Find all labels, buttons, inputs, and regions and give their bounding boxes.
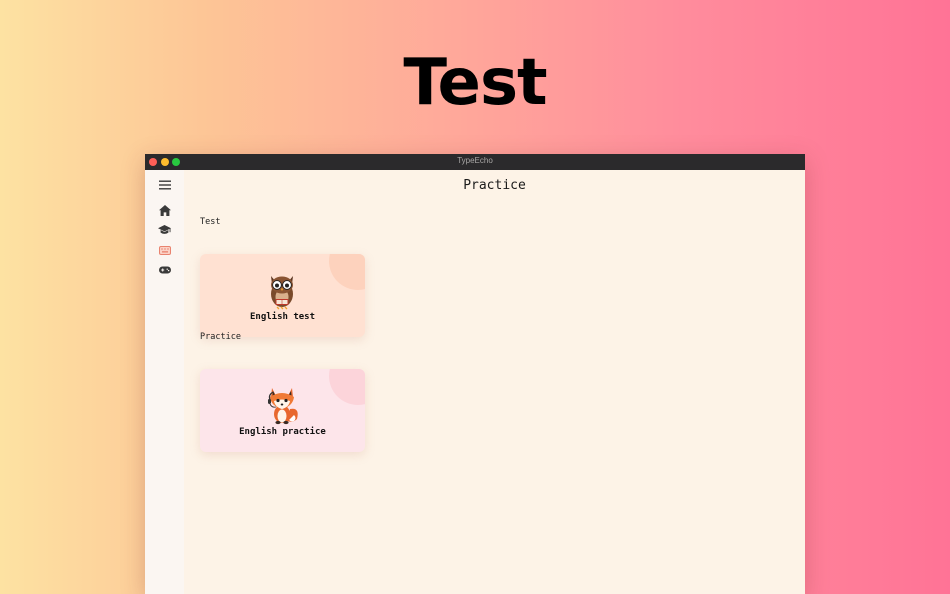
card-decoration — [329, 254, 365, 290]
graduation-cap-icon — [158, 225, 171, 234]
sidebar-item-home[interactable] — [155, 202, 174, 218]
sidebar-menu-button[interactable] — [155, 177, 174, 193]
main-content: Practice Test English test Practice Engl… — [184, 170, 805, 594]
sidebar-item-learn[interactable] — [155, 222, 174, 238]
gamepad-icon — [158, 266, 171, 274]
english-practice-card[interactable]: English practice — [200, 369, 365, 452]
page-title: Practice — [463, 178, 526, 193]
fox-icon — [268, 388, 298, 425]
card-decoration — [329, 369, 365, 405]
keyboard-icon — [158, 245, 171, 255]
sidebar-item-games[interactable] — [155, 262, 174, 278]
hero-title: Test — [403, 46, 547, 120]
english-test-card[interactable]: English test — [200, 254, 365, 337]
title-bar: TypeEcho — [145, 154, 805, 170]
app-window: TypeEcho Practice Test English test Prac… — [145, 154, 805, 594]
sidebar-item-typing[interactable] — [155, 242, 174, 258]
home-icon — [158, 204, 171, 216]
english-test-card-label: English test — [249, 312, 316, 322]
section-label-practice: Practice — [200, 332, 241, 342]
window-title: TypeEcho — [457, 156, 493, 165]
menu-icon — [158, 180, 171, 190]
sidebar — [145, 170, 184, 594]
english-practice-card-label: English practice — [239, 427, 326, 437]
section-label-test: Test — [200, 217, 221, 227]
owl-icon — [271, 276, 293, 310]
